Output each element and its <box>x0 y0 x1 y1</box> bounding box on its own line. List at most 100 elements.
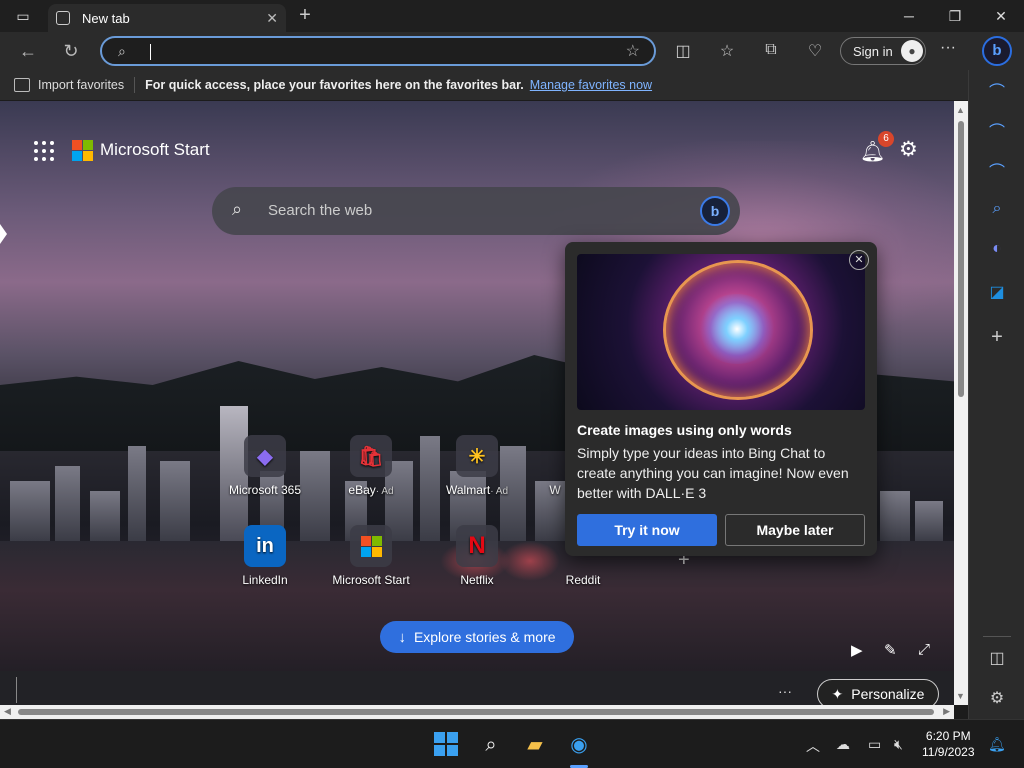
add-sidebar-app-icon[interactable]: + <box>985 326 1009 350</box>
new-tab-page-icon <box>56 11 70 25</box>
address-bar[interactable]: ⌕ ☆ <box>100 36 656 66</box>
text-caret <box>150 44 151 60</box>
collections-icon[interactable]: ⧉ <box>761 41 781 59</box>
search-icon: ⌕ <box>118 43 126 59</box>
minimize-button[interactable]: ─ <box>886 0 932 32</box>
vertical-scrollbar[interactable]: ▲ ▼ <box>954 101 968 705</box>
onedrive-cloud-icon[interactable]: ☁ <box>836 736 850 753</box>
tab-title: New tab <box>82 10 130 26</box>
web-search-box[interactable]: ⌕ Search the web b <box>212 187 740 235</box>
bing-copilot-icon[interactable]: b <box>982 36 1012 66</box>
tab-new-tab[interactable]: New tab ✕ <box>48 4 286 32</box>
settings-and-more-icon[interactable]: ··· <box>940 39 956 57</box>
sidebar-app-icon[interactable]: ⌒ <box>985 118 1009 142</box>
new-tab-page: Microsoft Start 🔔︎ 6 ⚙ ⌕ Search the web … <box>0 101 954 705</box>
scroll-right-icon[interactable]: ▶ <box>943 706 950 717</box>
play-icon[interactable]: ▶ <box>851 641 863 659</box>
notification-bell-icon[interactable]: 🔔︎ <box>988 736 1006 753</box>
ad-label: · Ad <box>375 486 394 497</box>
browser-essentials-icon[interactable]: ♡ <box>805 41 825 61</box>
browser-toolbar: ← ↻ ⌕ ☆ ◫ ☆ ⧉ ♡ Sign in ● ··· b <box>0 32 1024 70</box>
file-explorer-icon[interactable]: ▰ <box>522 732 548 758</box>
page-settings-gear-icon[interactable]: ⚙ <box>899 137 918 162</box>
edit-background-icon[interactable]: ✎ <box>884 641 897 659</box>
clock-time: 6:20 PM <box>925 729 971 743</box>
search-icon: ⌕ <box>232 199 243 219</box>
divider <box>16 677 17 703</box>
favorites-icon[interactable]: ☆ <box>717 41 737 61</box>
scroll-down-icon[interactable]: ▼ <box>956 691 965 701</box>
tab-actions-icon[interactable]: ▭ <box>0 0 46 32</box>
windows-taskbar: ⌕ ▰ ◉ ︿ ☁ ▭ 🔇︎ 6:20 PM 11/9/2023 🔔︎ <box>0 719 1024 768</box>
close-popup-icon[interactable]: ✕ <box>849 250 869 270</box>
bing-image-creator-popup: ✕ Create images using only words Simply … <box>565 242 877 556</box>
scroll-up-icon[interactable]: ▲ <box>956 105 965 115</box>
search-icon[interactable]: ⌕ <box>478 732 504 758</box>
energy-burst <box>697 294 777 364</box>
sidebar-app-icon[interactable]: ⌒ <box>985 78 1009 102</box>
scroll-thumb[interactable] <box>18 709 934 715</box>
personalize-button[interactable]: ✦ Personalize <box>817 679 939 705</box>
new-tab-button[interactable]: + <box>292 4 318 28</box>
network-icon[interactable]: ▭ <box>868 736 881 753</box>
more-options-icon[interactable]: ··· <box>778 683 792 699</box>
ebay-icon: 🛍︎ <box>350 435 392 477</box>
import-favorites-label: Import favorites <box>38 78 125 92</box>
back-arrow-icon[interactable]: ← <box>17 41 39 62</box>
maybe-later-button[interactable]: Maybe later <box>725 514 865 546</box>
try-it-now-button[interactable]: Try it now <box>577 514 717 546</box>
manage-favorites-link[interactable]: Manage favorites now <box>530 78 652 92</box>
close-tab-icon[interactable]: ✕ <box>266 10 278 27</box>
quick-link-label: W <box>549 483 561 497</box>
import-favorites-button[interactable]: Import favorites <box>14 78 124 92</box>
quick-link-microsoft-start[interactable]: Microsoft Start <box>329 525 413 587</box>
system-clock[interactable]: 6:20 PM 11/9/2023 <box>922 728 975 760</box>
sidebar-settings-gear-icon[interactable]: ⚙ <box>985 688 1009 712</box>
sidebar-app-icon[interactable]: ⌒ <box>985 158 1009 182</box>
quick-link-linkedin[interactable]: in LinkedIn <box>223 525 307 587</box>
favorites-bar: Import favorites For quick access, place… <box>0 70 968 100</box>
scroll-left-icon[interactable]: ◀ <box>4 706 11 717</box>
title-bar: ▭ New tab ✕ + ─ ❐ ✕ <box>0 0 1024 32</box>
ad-label: · Ad <box>490 486 509 497</box>
microsoft-start-icon <box>350 525 392 567</box>
start-windows-icon[interactable] <box>434 732 460 758</box>
quick-link-label: eBay <box>348 483 376 497</box>
hide-sidebar-icon[interactable]: ◫ <box>985 648 1009 672</box>
search-icon[interactable]: ⌕ <box>985 200 1009 224</box>
split-screen-icon[interactable]: ◫ <box>673 41 693 61</box>
volume-muted-icon[interactable]: 🔇︎ <box>894 736 903 753</box>
popup-body: Simply type your ideas into Bing Chat to… <box>577 445 849 501</box>
close-window-button[interactable]: ✕ <box>978 0 1024 32</box>
import-icon <box>14 78 30 92</box>
app-launcher-icon[interactable] <box>34 141 54 161</box>
edge-browser-icon[interactable]: ◉ <box>566 732 592 758</box>
quick-link-walmart[interactable]: ✳ Walmart· Ad <box>435 435 519 497</box>
netflix-icon: N <box>456 525 498 567</box>
quick-link-netflix[interactable]: N Netflix <box>435 525 519 587</box>
horizontal-scrollbar[interactable]: ◀ ▶ <box>0 705 954 719</box>
sign-in-button[interactable]: Sign in ● <box>840 37 926 65</box>
quick-link-microsoft-365[interactable]: ◆ Microsoft 365 <box>223 435 307 497</box>
profile-avatar-icon: ● <box>901 40 923 62</box>
walmart-icon: ✳ <box>456 435 498 477</box>
edge-sidebar: ⌒ ⌒ ⌒ ⌕ ◐ ◪ + ◫ ⚙ <box>968 70 1024 719</box>
add-favorite-star-icon[interactable]: ☆ <box>626 41 640 61</box>
scroll-thumb[interactable] <box>958 121 964 397</box>
explore-stories-button[interactable]: ↓ Explore stories & more <box>380 621 574 653</box>
fullscreen-icon[interactable]: ⤢ <box>918 641 930 658</box>
quick-link-ebay[interactable]: 🛍︎ eBay· Ad <box>329 435 413 497</box>
refresh-icon[interactable]: ↻ <box>60 41 82 62</box>
outlook-icon[interactable]: ◪ <box>985 282 1009 306</box>
divider <box>134 77 136 93</box>
bing-chat-icon[interactable]: b <box>700 196 730 226</box>
explore-label: Explore stories & more <box>413 629 556 645</box>
copilot-icon[interactable]: ◐ <box>985 240 1009 264</box>
popup-title: Create images using only words <box>577 422 792 438</box>
microsoft-logo-icon <box>72 140 93 161</box>
sign-in-label: Sign in <box>853 43 893 59</box>
quick-link-label: Microsoft Start <box>332 573 410 587</box>
brand-title[interactable]: Microsoft Start <box>100 140 210 160</box>
restore-button[interactable]: ❐ <box>932 0 978 32</box>
show-hidden-icons-chevron-icon[interactable]: ︿ <box>806 736 820 756</box>
